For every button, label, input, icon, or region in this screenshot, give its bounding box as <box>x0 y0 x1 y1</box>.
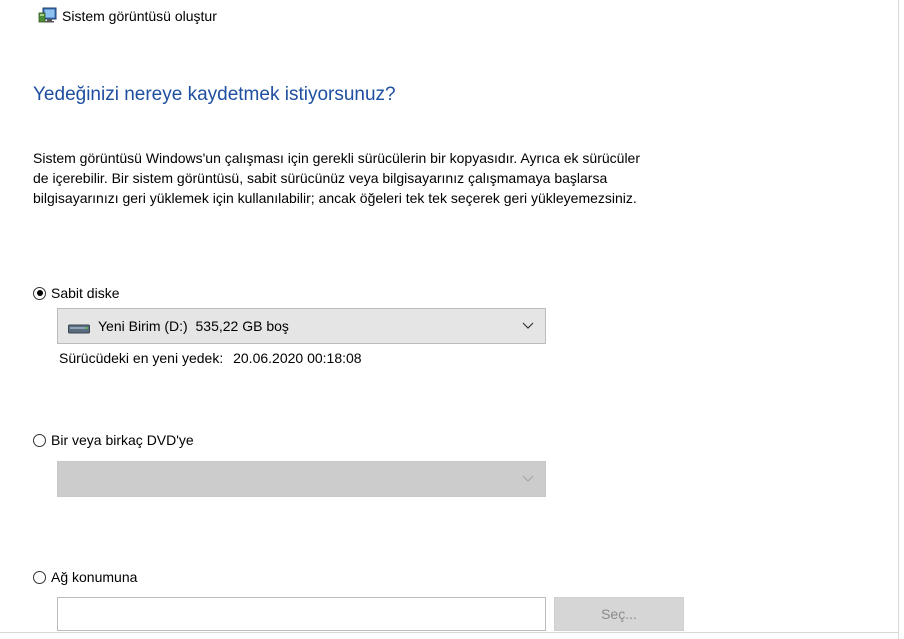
dvd-radio[interactable] <box>33 433 46 447</box>
dvd-drive-select[interactable] <box>57 461 546 497</box>
network-label: Ağ konumuna <box>51 569 138 585</box>
backup-app-icon <box>38 7 58 25</box>
hard-disk-drive-value: Yeni Birim (D:) 535,22 GB boş <box>98 318 289 334</box>
drive-icon <box>68 321 90 334</box>
dvd-label: Bir veya birkaç DVD'ye <box>51 432 194 448</box>
hard-disk-option[interactable]: Sabit diske <box>33 283 119 303</box>
title-bar: Sistem görüntüsü oluştur <box>38 4 217 28</box>
description-text: Sistem görüntüsü Windows'un çalışması iç… <box>33 148 853 208</box>
network-option[interactable]: Ağ konumuna <box>33 567 137 587</box>
dvd-option[interactable]: Bir veya birkaç DVD'ye <box>33 430 194 450</box>
hard-disk-drive-select[interactable]: Yeni Birim (D:) 535,22 GB boş <box>57 308 546 344</box>
last-backup-label: Sürücüdeki en yeni yedek: <box>59 350 224 366</box>
window-bottom-border <box>0 632 899 633</box>
chevron-down-icon <box>521 472 535 486</box>
last-backup-info: Sürücüdeki en yeni yedek: 20.06.2020 00:… <box>59 350 362 366</box>
hard-disk-label: Sabit diske <box>51 285 120 301</box>
hard-disk-radio[interactable] <box>33 286 46 300</box>
last-backup-value: 20.06.2020 00:18:08 <box>233 350 362 366</box>
network-path-input[interactable] <box>57 597 546 631</box>
description-line: Sistem görüntüsü Windows'un çalışması iç… <box>33 150 641 166</box>
description-line: de içerebilir. Bir sistem görüntüsü, sab… <box>33 170 608 186</box>
window-title: Sistem görüntüsü oluştur <box>62 8 217 24</box>
network-radio[interactable] <box>33 570 46 584</box>
chevron-down-icon <box>521 319 535 333</box>
window-right-border <box>898 0 899 639</box>
browse-button[interactable]: Seç... <box>554 597 684 631</box>
description-line: bilgisayarınızı geri yüklemek için kulla… <box>33 190 637 206</box>
page-heading: Yedeğinizi nereye kaydetmek istiyorsunuz… <box>33 84 396 105</box>
